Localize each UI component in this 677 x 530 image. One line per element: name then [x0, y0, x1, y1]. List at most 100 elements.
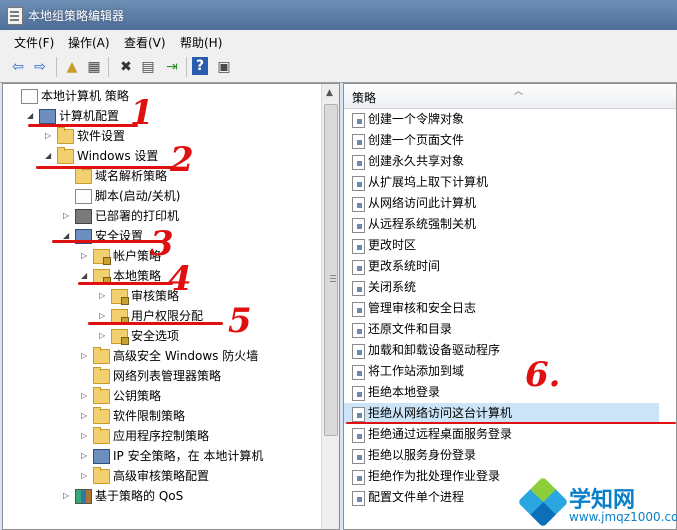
tree-node[interactable]: ▷ 公钥策略 [3, 386, 321, 406]
menu-bar: 文件(F) 操作(A) 查看(V) 帮助(H) [0, 30, 677, 53]
toolbar-separator [108, 57, 109, 77]
locked-icon [111, 289, 129, 305]
policy-setting-icon [352, 323, 365, 338]
policy-row[interactable]: 从远程系统强制关机 [344, 214, 659, 235]
show-hide-tree-icon[interactable]: ▦ [84, 57, 104, 77]
policy-row[interactable]: 拒绝从网络访问这台计算机 [344, 403, 659, 424]
tree-node-label: 基于策略的 QoS [95, 489, 184, 503]
tree-node[interactable]: 网络列表管理器策略 [3, 366, 321, 386]
menu-help[interactable]: 帮助(H) [180, 34, 222, 51]
policy-setting-icon [352, 239, 365, 254]
printer-icon [75, 209, 92, 224]
menu-file[interactable]: 文件(F) [14, 34, 54, 51]
tree-node[interactable]: ▷ 安全选项 [3, 326, 321, 346]
policy-row[interactable]: 拒绝以服务身份登录 [344, 445, 659, 466]
policy-name: 创建一个页面文件 [368, 133, 465, 147]
action-pane-icon[interactable]: ▣ [214, 57, 234, 77]
policy-setting-icon [352, 155, 365, 170]
collapse-arrow-icon[interactable]: ◢ [45, 146, 55, 166]
policy-list-pane[interactable]: 策略 ︿ 创建一个令牌对象创建一个页面文件创建永久共享对象 从扩展坞上取下计算机从… [343, 83, 677, 530]
folder-icon [93, 407, 110, 424]
policy-row[interactable]: 从扩展坞上取下计算机 [344, 172, 659, 193]
policy-row[interactable]: 加载和卸载设备驱动程序 [344, 340, 659, 361]
policy-row[interactable]: 从网络访问此计算机 [344, 193, 659, 214]
scroll-thumb[interactable] [324, 104, 338, 436]
policy-row[interactable]: 创建一个令牌对象 [344, 109, 659, 130]
expand-arrow-icon[interactable]: ▷ [81, 406, 91, 426]
tree-node-label: 高级审核策略配置 [113, 469, 210, 483]
tree-node[interactable]: 本地计算机 策略 [3, 86, 321, 106]
doc-icon [21, 89, 38, 104]
annotation-number: 5 [228, 301, 252, 341]
policy-column-label: 策略 [352, 91, 377, 105]
policy-row[interactable]: 将工作站添加到域 [344, 361, 659, 382]
expand-arrow-icon[interactable]: ▷ [81, 386, 91, 406]
folder-icon [57, 147, 74, 164]
annotation-number: 6. [525, 355, 561, 395]
collapse-arrow-icon[interactable]: ◢ [63, 226, 73, 246]
tree-node[interactable]: 域名解析策略 [3, 166, 321, 186]
expand-arrow-icon[interactable]: ▷ [81, 246, 91, 266]
tree-node[interactable]: ▷ 基于策略的 QoS [3, 486, 321, 506]
menu-view[interactable]: 查看(V) [124, 34, 166, 51]
tree-scrollbar[interactable]: ▲ [321, 84, 339, 529]
tree-node[interactable]: ▷ 高级审核策略配置 [3, 466, 321, 486]
doc-icon [75, 189, 92, 204]
expand-arrow-icon[interactable]: ▷ [81, 466, 91, 486]
expand-arrow-icon[interactable]: ▷ [63, 206, 73, 226]
policy-row[interactable]: 更改时区 [344, 235, 659, 256]
tree-node[interactable]: ▷ 高级安全 Windows 防火墙 [3, 346, 321, 366]
help-icon[interactable]: ? [192, 57, 208, 75]
tree-node[interactable]: 脚本(启动/关机) [3, 186, 321, 206]
policy-row[interactable]: 管理审核和安全日志 [344, 298, 659, 319]
tree-node-label: 安全设置 [95, 229, 144, 243]
menu-action[interactable]: 操作(A) [68, 34, 110, 51]
policy-row[interactable]: 创建一个页面文件 [344, 130, 659, 151]
tree-node[interactable]: ◢ Windows 设置 [3, 146, 321, 166]
delete-icon[interactable]: ✖ [116, 57, 136, 77]
expand-arrow-icon[interactable]: ▷ [81, 346, 91, 366]
policy-row[interactable]: 拒绝本地登录 [344, 382, 659, 403]
policy-row[interactable]: 更改系统时间 [344, 256, 659, 277]
tree-node[interactable]: ▷ 软件设置 [3, 126, 321, 146]
tree-node[interactable]: ▷ 已部署的打印机 [3, 206, 321, 226]
policy-setting-icon [352, 491, 365, 506]
policy-row[interactable]: 拒绝通过远程桌面服务登录 [344, 424, 659, 445]
folder-icon [93, 347, 110, 364]
policy-column-header[interactable]: 策略 ︿ [344, 84, 676, 109]
tree-node[interactable]: ◢ 计算机配置 [3, 106, 321, 126]
tree-node[interactable]: ▷ 软件限制策略 [3, 406, 321, 426]
expand-arrow-icon[interactable]: ▷ [81, 446, 91, 466]
policy-name: 加载和卸载设备驱动程序 [368, 343, 501, 357]
scroll-grip-icon [330, 275, 336, 276]
policy-row[interactable]: 关闭系统 [344, 277, 659, 298]
expand-arrow-icon[interactable]: ▷ [45, 126, 55, 146]
watermark: 学知网 www.jmqz1000.com [517, 476, 677, 528]
policy-row[interactable]: 还原文件和目录 [344, 319, 659, 340]
scroll-up-arrow-icon[interactable]: ▲ [326, 88, 333, 98]
tree-node-label: Windows 设置 [77, 149, 159, 163]
title-bar: 本地组策略编辑器 [0, 0, 677, 30]
expand-arrow-icon[interactable]: ▷ [99, 326, 109, 346]
properties-icon[interactable]: ▤ [138, 57, 158, 77]
policy-name: 配置文件单个进程 [368, 490, 465, 504]
back-arrow-icon[interactable]: ⇦ [8, 57, 28, 77]
export-list-icon[interactable]: ⇥ [162, 57, 182, 77]
forward-arrow-icon[interactable]: ⇨ [30, 57, 50, 77]
up-folder-icon[interactable]: ▲ [62, 57, 82, 77]
collapse-arrow-icon[interactable]: ◢ [27, 106, 37, 126]
policy-row[interactable]: 创建永久共享对象 [344, 151, 659, 172]
computer-icon [39, 109, 56, 124]
policy-setting-icon [352, 281, 365, 296]
expand-arrow-icon[interactable]: ▷ [63, 486, 73, 506]
policy-name: 拒绝以服务身份登录 [368, 448, 477, 462]
expand-arrow-icon[interactable]: ▷ [81, 426, 91, 446]
expand-arrow-icon[interactable]: ▷ [99, 286, 109, 306]
tree-node[interactable]: ▷ 审核策略 [3, 286, 321, 306]
folder-icon [57, 127, 74, 144]
policy-setting-icon [352, 449, 365, 464]
tree-node[interactable]: ▷ IP 安全策略，在 本地计算机 [3, 446, 321, 466]
tree-node[interactable]: ▷ 应用程序控制策略 [3, 426, 321, 446]
policy-setting-icon [352, 344, 365, 359]
window-title: 本地组策略编辑器 [28, 9, 125, 23]
